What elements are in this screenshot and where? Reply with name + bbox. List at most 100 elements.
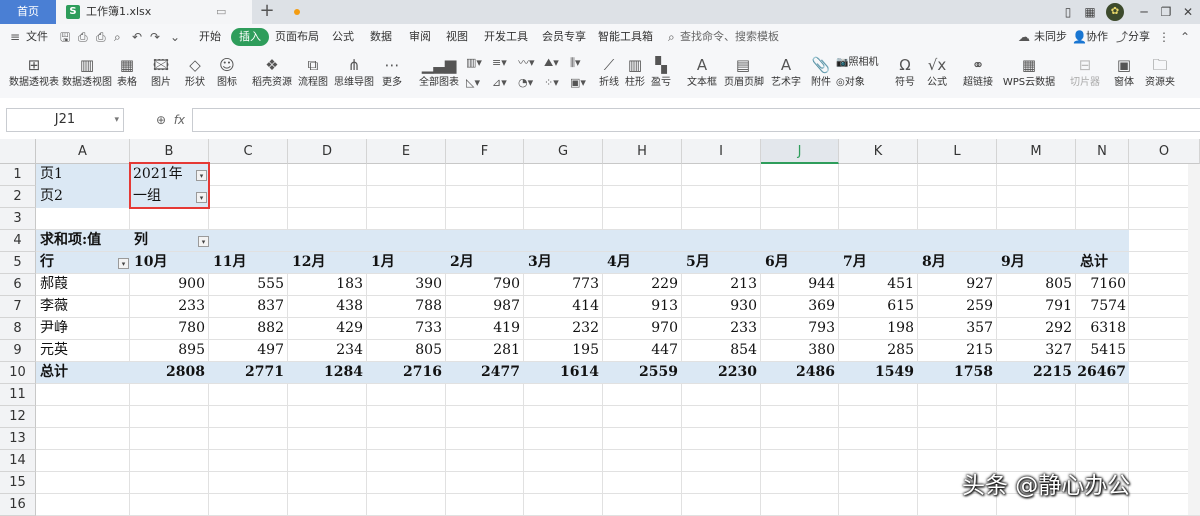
row-header-7[interactable]: 7	[0, 296, 36, 318]
value-cell[interactable]: 390	[367, 273, 442, 295]
menu-member[interactable]: 会员专享	[542, 24, 586, 50]
row-total-cell[interactable]: 7574	[1076, 295, 1126, 317]
value-cell[interactable]: 357	[918, 317, 993, 339]
row-header-14[interactable]: 14	[0, 450, 36, 472]
value-cell[interactable]: 195	[524, 339, 599, 361]
row-header-6[interactable]: 6	[0, 274, 36, 296]
combo-chart-icon[interactable]: ⊿▾	[492, 74, 507, 92]
value-cell[interactable]: 837	[209, 295, 284, 317]
value-cell[interactable]: 805	[367, 339, 442, 361]
value-cell[interactable]: 854	[682, 339, 757, 361]
row-header-1[interactable]: 1	[0, 164, 36, 186]
column-header-l[interactable]: L	[918, 139, 997, 164]
row-header-13[interactable]: 13	[0, 428, 36, 450]
value-cell[interactable]: 419	[446, 317, 520, 339]
value-cell[interactable]: 970	[603, 317, 678, 339]
value-cell[interactable]: 615	[839, 295, 914, 317]
row-header-15[interactable]: 15	[0, 472, 36, 494]
map-chart-icon[interactable]: ◺▾	[466, 74, 480, 92]
pivot-table-button[interactable]: ⊞ 数据透视表	[6, 52, 62, 96]
month-header[interactable]: 8月	[922, 251, 995, 273]
value-cell[interactable]: 327	[997, 339, 1072, 361]
value-cell[interactable]: 451	[839, 273, 914, 295]
shape-button[interactable]: ◇ 形状	[180, 52, 210, 96]
value-cell[interactable]: 414	[524, 295, 599, 317]
close-icon[interactable]: ✕	[1178, 2, 1198, 22]
value-cell[interactable]: 234	[288, 339, 363, 361]
value-cell[interactable]: 285	[839, 339, 914, 361]
menu-smart-tools[interactable]: 智能工具箱	[598, 24, 653, 50]
tab-workbook[interactable]: S 工作簿1.xlsx ▭	[56, 0, 300, 24]
row-header-4[interactable]: 4	[0, 230, 36, 252]
value-cell[interactable]: 987	[446, 295, 520, 317]
row-header-11[interactable]: 11	[0, 384, 36, 406]
row-header-9[interactable]: 9	[0, 340, 36, 362]
radar-chart-icon[interactable]: ▣▾	[570, 74, 586, 92]
value-cell[interactable]: 793	[761, 317, 835, 339]
value-cell[interactable]: 229	[603, 273, 678, 295]
command-search[interactable]: 查找命令、搜索模板	[680, 24, 779, 50]
menu-page-layout[interactable]: 页面布局	[275, 24, 319, 50]
resource-folder-button[interactable]: 🗀 资源夹	[1144, 52, 1176, 96]
undo-icon[interactable]: ↶	[132, 24, 142, 50]
more-options-icon[interactable]: ⋮	[1158, 24, 1170, 50]
value-cell[interactable]: 198	[839, 317, 914, 339]
template-resource-button[interactable]: ❖ 稻壳资源	[252, 52, 292, 96]
redo-icon[interactable]: ↷	[150, 24, 160, 50]
value-cell[interactable]: 927	[918, 273, 993, 295]
grand-total-header[interactable]: 总计	[1080, 251, 1128, 273]
name-box[interactable]: J21 ▾	[6, 108, 124, 132]
column-header-b[interactable]: B	[130, 139, 209, 164]
row-header-16[interactable]: 16	[0, 494, 36, 516]
row-header-3[interactable]: 3	[0, 208, 36, 230]
pivot-column-label[interactable]: 列	[134, 229, 174, 251]
row-header-10[interactable]: 10	[0, 362, 36, 384]
column-total-cell[interactable]: 2808	[130, 361, 205, 383]
pie-chart-icon[interactable]: ◔▾	[518, 74, 533, 92]
area-chart-icon[interactable]: ⛰▾	[544, 54, 559, 72]
monitor-icon[interactable]: ▭	[216, 0, 226, 24]
share-button[interactable]: 分享	[1128, 24, 1150, 50]
formula-button[interactable]: √x 公式	[922, 52, 952, 96]
row-name[interactable]: 元英	[40, 339, 128, 361]
export-icon[interactable]: ⎙	[78, 24, 88, 50]
column-header-a[interactable]: A	[36, 139, 130, 164]
tab-home[interactable]: 首页	[0, 0, 56, 24]
row-total-cell[interactable]: 5415	[1076, 339, 1126, 361]
column-chart-icon[interactable]: ▥▾	[466, 54, 482, 72]
row-header-5[interactable]: 5	[0, 252, 36, 274]
menu-file[interactable]: 文件	[26, 24, 48, 50]
avatar[interactable]: ✿	[1106, 3, 1124, 21]
pivot-row-label[interactable]: 行	[40, 251, 100, 273]
formula-input[interactable]	[192, 108, 1200, 132]
column-header-m[interactable]: M	[997, 139, 1076, 164]
column-header-k[interactable]: K	[839, 139, 918, 164]
value-cell[interactable]: 913	[603, 295, 678, 317]
wps-cloud-data-button[interactable]: ▦ WPS云数据	[1000, 52, 1058, 96]
sparkline-line-button[interactable]: ⟋ 折线	[596, 52, 622, 96]
column-total-cell[interactable]: 2771	[209, 361, 284, 383]
icon-button[interactable]: ☺ 图标	[212, 52, 242, 96]
value-cell[interactable]: 380	[761, 339, 835, 361]
column-header-c[interactable]: C	[209, 139, 288, 164]
menu-developer[interactable]: 开发工具	[484, 24, 528, 50]
camera-button[interactable]: 📷照相机	[836, 54, 878, 72]
row-header-12[interactable]: 12	[0, 406, 36, 428]
row-total-cell[interactable]: 7160	[1076, 273, 1126, 295]
sparkline-winloss-button[interactable]: ▚ 盈亏	[648, 52, 674, 96]
month-header[interactable]: 12月	[292, 251, 365, 273]
table-button[interactable]: ▦ 表格	[114, 52, 140, 96]
picture-button[interactable]: 🖾 图片	[146, 52, 176, 96]
row-header-2[interactable]: 2	[0, 186, 36, 208]
value-cell[interactable]: 233	[130, 295, 205, 317]
value-cell[interactable]: 733	[367, 317, 442, 339]
value-cell[interactable]: 213	[682, 273, 757, 295]
menu-home[interactable]: 开始	[199, 24, 221, 50]
value-cell[interactable]: 805	[997, 273, 1072, 295]
bar-chart-small-icon[interactable]: ≡▾	[492, 54, 507, 72]
column-header-f[interactable]: F	[446, 139, 524, 164]
value-cell[interactable]: 882	[209, 317, 284, 339]
row-name[interactable]: 李薇	[40, 295, 128, 317]
pivot-chart-button[interactable]: ▥ 数据透视图	[62, 52, 112, 96]
column-total-cell[interactable]: 1549	[839, 361, 914, 383]
